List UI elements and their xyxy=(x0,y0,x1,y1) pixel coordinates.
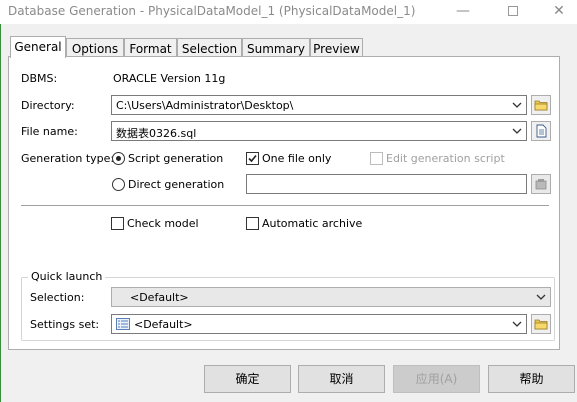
settings-set-label: Settings set: xyxy=(30,318,100,331)
check-model-label[interactable]: Check model xyxy=(127,217,199,230)
tab-summary[interactable]: Summary xyxy=(242,38,310,57)
dbms-label: DBMS: xyxy=(21,72,58,85)
check-model-checkbox[interactable] xyxy=(111,217,124,230)
folder-icon xyxy=(534,100,548,111)
direct-generation-radio[interactable] xyxy=(112,178,125,191)
checkmark-icon xyxy=(248,154,257,163)
title-bar: Database Generation - PhysicalDataModel_… xyxy=(0,0,577,24)
apply-button: 应用(A) xyxy=(393,365,480,393)
document-icon xyxy=(536,124,547,138)
automatic-archive-checkbox[interactable] xyxy=(246,217,259,230)
browse-file-button[interactable] xyxy=(531,121,551,141)
minimize-button[interactable]: — xyxy=(444,0,482,24)
selection-label: Selection: xyxy=(30,291,85,304)
automatic-archive-label[interactable]: Automatic archive xyxy=(262,217,362,230)
chevron-down-icon xyxy=(536,294,546,300)
tab-options[interactable]: Options xyxy=(66,38,124,57)
tab-format[interactable]: Format xyxy=(124,38,177,57)
direct-generation-settings-button xyxy=(531,174,551,194)
close-icon: ✕ xyxy=(553,3,565,19)
tab-selection[interactable]: Selection xyxy=(177,38,242,57)
chevron-down-icon xyxy=(512,128,522,134)
script-generation-radio[interactable] xyxy=(112,152,125,165)
database-connect-icon xyxy=(535,179,547,190)
close-button[interactable]: ✕ xyxy=(540,0,577,24)
settings-list-icon xyxy=(116,318,130,330)
browse-directory-button[interactable] xyxy=(531,95,551,115)
folder-icon xyxy=(534,319,548,330)
chevron-down-icon xyxy=(512,102,522,108)
chevron-down-icon xyxy=(512,321,522,327)
browse-settings-button[interactable] xyxy=(531,314,551,334)
edit-generation-script-checkbox xyxy=(370,152,383,165)
directory-combo[interactable]: C:\Users\Administrator\Desktop\ xyxy=(111,95,527,115)
directory-value: C:\Users\Administrator\Desktop\ xyxy=(116,99,294,112)
settings-set-value: <Default> xyxy=(134,318,193,331)
filename-label: File name: xyxy=(21,125,78,138)
generation-type-label: Generation type: xyxy=(21,152,115,165)
one-file-only-label[interactable]: One file only xyxy=(262,152,331,165)
selection-value: <Default> xyxy=(130,291,189,304)
radio-dot xyxy=(116,156,121,161)
direct-generation-label[interactable]: Direct generation xyxy=(128,178,224,191)
direct-generation-field[interactable] xyxy=(246,174,527,194)
selection-combo[interactable]: <Default> xyxy=(111,287,551,307)
left-edge-accent xyxy=(0,24,1,402)
filename-combo[interactable]: 数据表0326.sql xyxy=(111,121,527,141)
window-title: Database Generation - PhysicalDataModel_… xyxy=(8,4,416,18)
general-panel: DBMS: ORACLE Version 11g Directory: C:\U… xyxy=(8,56,560,350)
ok-button[interactable]: 确定 xyxy=(204,365,291,393)
settings-set-combo[interactable]: <Default> xyxy=(111,314,527,334)
cancel-button[interactable]: 取消 xyxy=(298,365,385,393)
edit-generation-script-label: Edit generation script xyxy=(386,152,505,165)
maximize-icon xyxy=(508,6,518,16)
directory-label: Directory: xyxy=(21,99,75,112)
filename-value: 数据表0326.sql xyxy=(116,127,197,140)
one-file-only-checkbox[interactable] xyxy=(246,152,259,165)
help-button[interactable]: 帮助 xyxy=(488,365,575,393)
tab-preview[interactable]: Preview xyxy=(310,38,363,57)
tab-general[interactable]: General xyxy=(10,36,66,58)
maximize-button[interactable] xyxy=(494,0,532,24)
script-generation-label[interactable]: Script generation xyxy=(128,152,223,165)
minimize-icon: — xyxy=(456,3,470,19)
section-divider xyxy=(21,205,549,206)
dbms-value: ORACLE Version 11g xyxy=(113,72,226,85)
quick-launch-title: Quick launch xyxy=(28,270,106,283)
